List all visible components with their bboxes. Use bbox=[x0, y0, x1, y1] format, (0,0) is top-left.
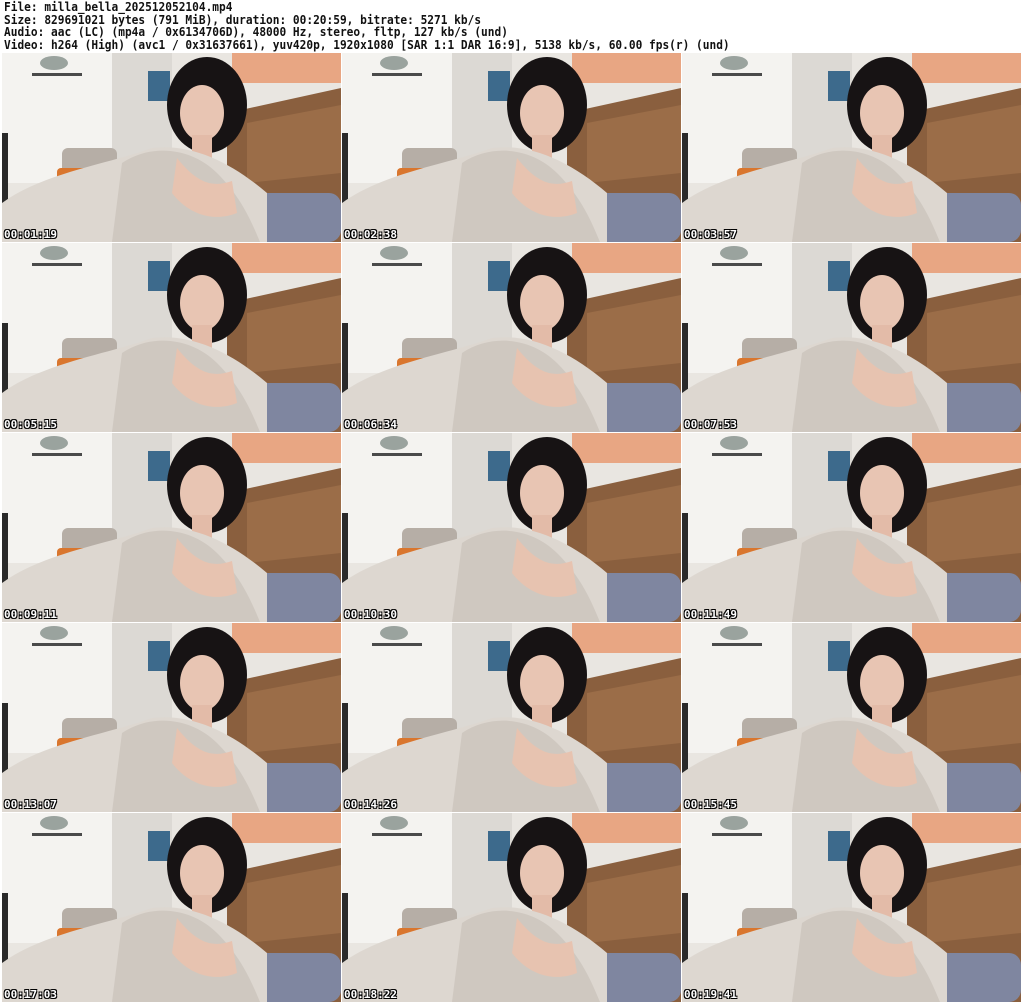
frame-timestamp: 00:14:26 bbox=[344, 798, 397, 811]
frame-image bbox=[2, 243, 341, 432]
video-frame-thumbnail: 00:18:22 bbox=[342, 813, 681, 1002]
frame-image bbox=[682, 433, 1021, 622]
frame-image bbox=[2, 433, 341, 622]
video-frame-thumbnail: 00:19:41 bbox=[682, 813, 1021, 1002]
frame-image bbox=[342, 243, 681, 432]
frame-image bbox=[2, 623, 341, 812]
frame-timestamp: 00:13:07 bbox=[4, 798, 57, 811]
frame-image bbox=[342, 433, 681, 622]
frame-timestamp: 00:18:22 bbox=[344, 988, 397, 1001]
frame-image bbox=[2, 53, 341, 242]
frame-image bbox=[342, 813, 681, 1002]
video-frame-thumbnail: 00:07:53 bbox=[682, 243, 1021, 432]
video-frame-thumbnail: 00:17:03 bbox=[2, 813, 341, 1002]
frame-timestamp: 00:15:45 bbox=[684, 798, 737, 811]
thumbnail-grid: 00:01:19 00:02:38 00:03:57 00:05:15 00:0… bbox=[2, 53, 1022, 1002]
frame-timestamp: 00:03:57 bbox=[684, 228, 737, 241]
video-frame-thumbnail: 00:09:11 bbox=[2, 433, 341, 622]
frame-timestamp: 00:05:15 bbox=[4, 418, 57, 431]
frame-image bbox=[682, 813, 1021, 1002]
frame-timestamp: 00:09:11 bbox=[4, 608, 57, 621]
frame-timestamp: 00:10:30 bbox=[344, 608, 397, 621]
frame-timestamp: 00:06:34 bbox=[344, 418, 397, 431]
frame-image bbox=[342, 53, 681, 242]
frame-timestamp: 00:02:38 bbox=[344, 228, 397, 241]
video-frame-thumbnail: 00:01:19 bbox=[2, 53, 341, 242]
video-frame-thumbnail: 00:15:45 bbox=[682, 623, 1021, 812]
video-info-line: Video: h264 (High) (avc1 / 0x31637661), … bbox=[4, 37, 730, 52]
frame-timestamp: 00:01:19 bbox=[4, 228, 57, 241]
frame-image bbox=[682, 243, 1021, 432]
frame-timestamp: 00:19:41 bbox=[684, 988, 737, 1001]
frame-image bbox=[342, 623, 681, 812]
frame-image bbox=[682, 53, 1021, 242]
frame-timestamp: 00:11:49 bbox=[684, 608, 737, 621]
video-frame-thumbnail: 00:11:49 bbox=[682, 433, 1021, 622]
video-frame-thumbnail: 00:06:34 bbox=[342, 243, 681, 432]
video-frame-thumbnail: 00:02:38 bbox=[342, 53, 681, 242]
video-frame-thumbnail: 00:10:30 bbox=[342, 433, 681, 622]
frame-timestamp: 00:07:53 bbox=[684, 418, 737, 431]
frame-image bbox=[2, 813, 341, 1002]
frame-timestamp: 00:17:03 bbox=[4, 988, 57, 1001]
video-frame-thumbnail: 00:14:26 bbox=[342, 623, 681, 812]
frame-image bbox=[682, 623, 1021, 812]
video-frame-thumbnail: 00:03:57 bbox=[682, 53, 1021, 242]
metadata-header: File: milla_bella_202512052104.mp4 Size:… bbox=[4, 1, 1020, 51]
video-frame-thumbnail: 00:05:15 bbox=[2, 243, 341, 432]
video-frame-thumbnail: 00:13:07 bbox=[2, 623, 341, 812]
